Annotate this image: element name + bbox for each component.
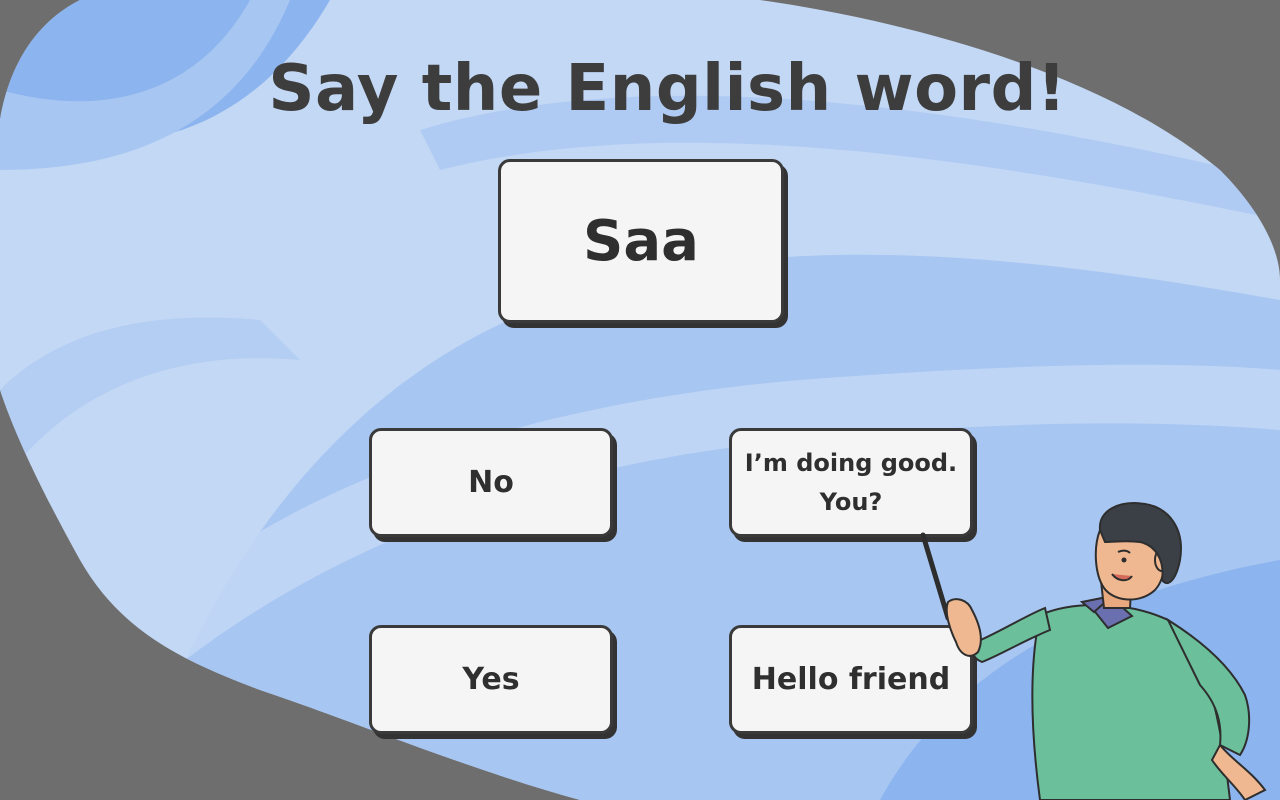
answer-option-label: No [468,465,514,500]
prompt-word-card: Saa [498,159,784,323]
answer-option-label: Yes [462,662,520,697]
answer-option-no[interactable]: No [369,428,613,537]
answer-option-yes[interactable]: Yes [369,625,613,734]
teacher-pointing-illustration [920,502,1267,800]
prompt-word: Saa [583,208,699,274]
game-title: Say the English word! [268,52,1067,126]
